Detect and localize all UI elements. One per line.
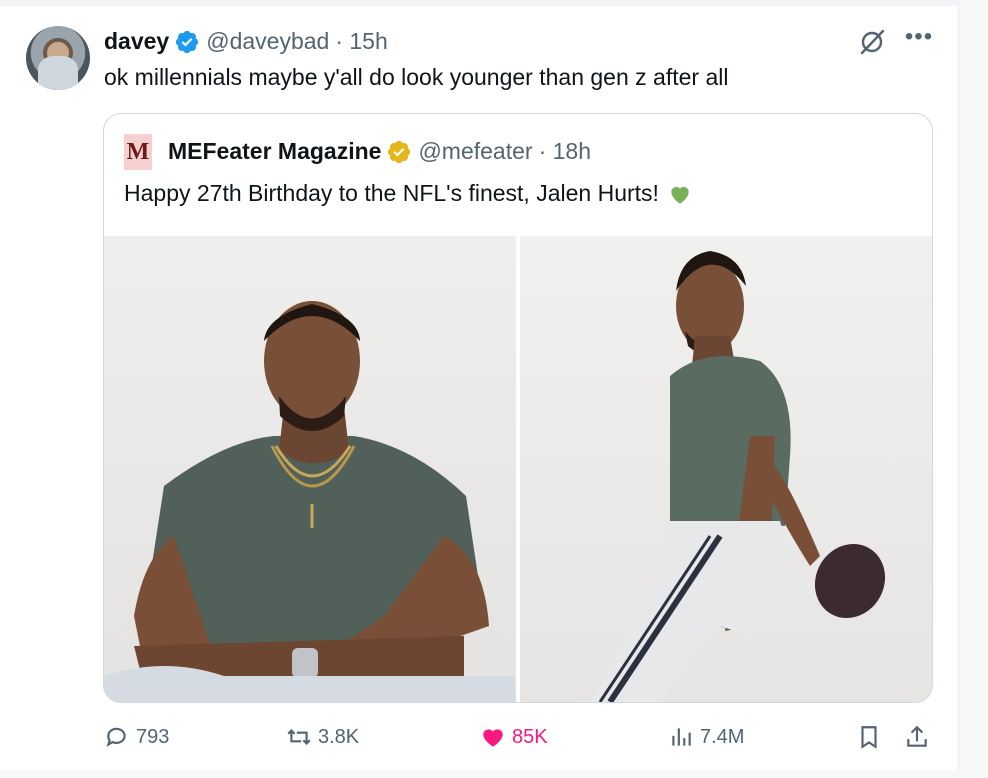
bookmark-button[interactable] bbox=[856, 724, 888, 750]
views-button[interactable]: 7.4M bbox=[668, 724, 744, 750]
tweet-card[interactable]: davey @daveybad · 15h ok millennials may… bbox=[0, 0, 959, 770]
quoted-author-name[interactable]: MEFeater Magazine bbox=[168, 138, 381, 165]
quoted-header: MEFeater Magazine @mefeater · 18h bbox=[168, 138, 591, 165]
divider bbox=[0, 0, 958, 6]
quoted-photo-1[interactable] bbox=[104, 236, 516, 702]
quoted-tweet[interactable]: M MEFeater Magazine @mefeater · 18h Happ… bbox=[103, 113, 933, 703]
reply-count: 793 bbox=[136, 725, 170, 748]
quoted-handle[interactable]: @mefeater bbox=[418, 138, 532, 165]
tweet-time[interactable]: · 15h bbox=[335, 28, 387, 55]
grok-icon[interactable] bbox=[858, 28, 886, 56]
retweet-button[interactable]: 3.8K bbox=[286, 724, 359, 750]
share-icon bbox=[907, 725, 927, 747]
quoted-text: Happy 27th Birthday to the NFL's finest,… bbox=[124, 180, 659, 206]
green-heart-icon bbox=[671, 186, 689, 204]
more-icon[interactable]: ••• bbox=[904, 25, 934, 56]
retweet-icon bbox=[287, 728, 311, 746]
avatar[interactable] bbox=[26, 26, 90, 90]
action-bar: 793 3.8K 85K 7.4M bbox=[0, 724, 958, 754]
reply-button[interactable]: 793 bbox=[104, 724, 169, 750]
retweet-count: 3.8K bbox=[318, 725, 360, 748]
verified-badge-icon bbox=[176, 30, 199, 53]
tweet-text: ok millennials maybe y'all do look young… bbox=[104, 64, 729, 90]
quoted-text-row: Happy 27th Birthday to the NFL's finest,… bbox=[124, 180, 693, 207]
views-icon bbox=[672, 728, 691, 746]
reply-icon bbox=[106, 727, 126, 747]
tweet-header: davey @daveybad · 15h bbox=[104, 28, 388, 55]
like-button[interactable]: 85K bbox=[480, 724, 548, 750]
quoted-avatar[interactable]: M bbox=[124, 134, 152, 170]
bookmark-icon bbox=[861, 726, 877, 749]
quoted-time[interactable]: · 18h bbox=[539, 138, 591, 165]
author-name[interactable]: davey bbox=[104, 28, 169, 55]
like-count: 85K bbox=[512, 725, 548, 748]
author-handle[interactable]: @daveybad bbox=[206, 28, 329, 55]
gold-verified-icon bbox=[388, 140, 411, 163]
like-icon bbox=[483, 729, 503, 747]
quoted-photo-2[interactable] bbox=[520, 236, 932, 702]
share-button[interactable] bbox=[904, 724, 936, 750]
views-count: 7.4M bbox=[700, 725, 745, 748]
